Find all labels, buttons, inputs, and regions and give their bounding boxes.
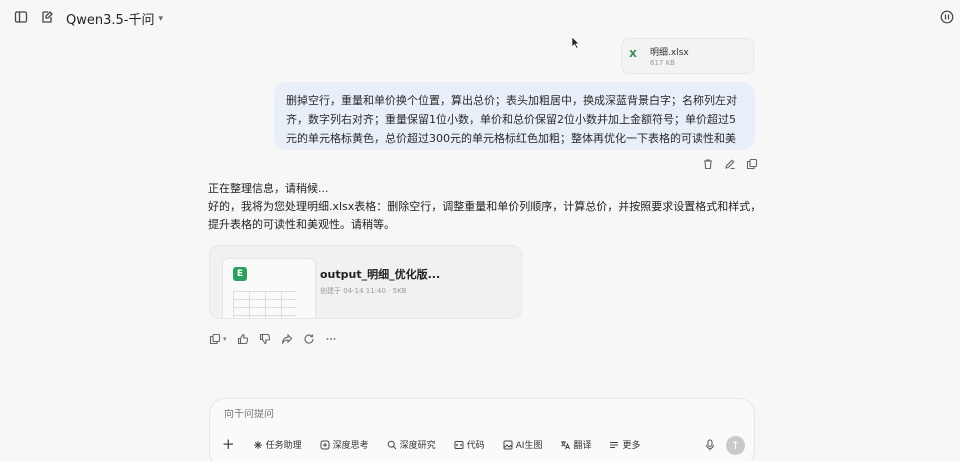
output-file-name: output_明细_优化版... (320, 268, 441, 281)
tool-ai-image[interactable]: AI生图 (503, 438, 543, 451)
user-message-text: 删掉空行，重量和单价换个位置，算出总价；表头加粗居中，换成深蓝背景白字；名称列左… (286, 94, 737, 145)
excel-icon: E (233, 267, 247, 281)
new-chat-icon[interactable] (40, 10, 54, 24)
code-icon (454, 440, 464, 450)
user-message-bubble: 删掉空行，重量和单价换个位置，算出总价；表头加粗居中，换成深蓝背景白字；名称列左… (274, 82, 755, 150)
chat-composer: + 任务助理 深度思考 深度研究 代码 (209, 398, 755, 461)
tool-more[interactable]: 更多 (609, 438, 640, 451)
thumbs-up-icon[interactable] (237, 333, 249, 345)
share-icon[interactable] (281, 333, 293, 345)
deep-think-icon (320, 440, 330, 450)
top-bar: Qwen3.5-千问 ▾ (0, 0, 960, 34)
mouse-cursor-icon (571, 36, 580, 49)
regenerate-icon[interactable] (303, 333, 315, 345)
deep-research-icon (387, 440, 397, 450)
tool-label: 深度思考 (332, 441, 369, 451)
tool-label: AI生图 (515, 441, 543, 451)
model-selector-button[interactable]: Qwen3.5-千问 ▾ (66, 9, 163, 28)
sheet-grid (233, 291, 297, 318)
edit-icon[interactable] (724, 158, 736, 170)
send-button[interactable]: ↑ (726, 436, 745, 455)
attachment-size: 617 KB (650, 59, 675, 67)
more-icon (609, 440, 619, 450)
composer-toolbar: + 任务助理 深度思考 深度研究 代码 AI生图 翻译 更多 (222, 437, 640, 452)
task-assistant-icon (253, 440, 263, 450)
output-file-meta: 创建于 04-14 11:40 · 5KB (320, 287, 407, 295)
chevron-down-icon[interactable]: ▾ (223, 335, 227, 343)
attachment-card[interactable]: X 明细.xlsx 617 KB (621, 38, 754, 74)
microphone-icon[interactable] (705, 439, 715, 451)
copy-icon[interactable] (209, 333, 221, 345)
chat-input[interactable] (224, 409, 424, 420)
tool-translate[interactable]: 翻译 (560, 438, 591, 451)
attachment-name: 明细.xlsx (650, 48, 689, 58)
spreadsheet-preview: E (222, 258, 316, 318)
model-label: Qwen3.5-千问 (66, 12, 155, 28)
tool-code[interactable]: 代码 (454, 438, 485, 451)
tool-label: 翻译 (573, 441, 592, 451)
pause-icon[interactable] (940, 10, 954, 24)
translate-icon (560, 440, 571, 450)
user-message-actions (702, 158, 758, 170)
thumbs-down-icon[interactable] (259, 333, 271, 345)
tool-deep-research[interactable]: 深度研究 (387, 438, 436, 451)
assistant-message: 正在整理信息，请稍候... 好的，我将为您处理明细.xlsx表格：删除空行，调整… (208, 180, 768, 234)
tool-label: 任务助理 (265, 441, 302, 451)
delete-icon[interactable] (702, 158, 714, 170)
chevron-down-icon: ▾ (158, 13, 163, 24)
excel-file-icon: X (629, 49, 637, 60)
assistant-reply: 好的，我将为您处理明细.xlsx表格：删除空行，调整重量和单价列顺序，计算总价，… (208, 200, 762, 231)
ai-image-icon (503, 440, 513, 450)
tool-label: 更多 (622, 441, 641, 451)
tool-deep-think[interactable]: 深度思考 (320, 438, 369, 451)
add-attachment-button[interactable]: + (222, 437, 235, 452)
sidebar-toggle-icon[interactable] (14, 10, 28, 24)
assistant-status: 正在整理信息，请稍候... (208, 182, 329, 195)
copy-icon[interactable] (746, 158, 758, 170)
more-options-icon[interactable] (325, 333, 337, 345)
tool-label: 深度研究 (399, 441, 436, 451)
output-file-card[interactable]: E output_明细_优化版... 创建于 04-14 11:40 · 5KB (209, 245, 522, 319)
tool-label: 代码 (466, 441, 485, 451)
assistant-message-actions: ▾ (209, 333, 337, 345)
tool-task-assistant[interactable]: 任务助理 (253, 438, 302, 451)
